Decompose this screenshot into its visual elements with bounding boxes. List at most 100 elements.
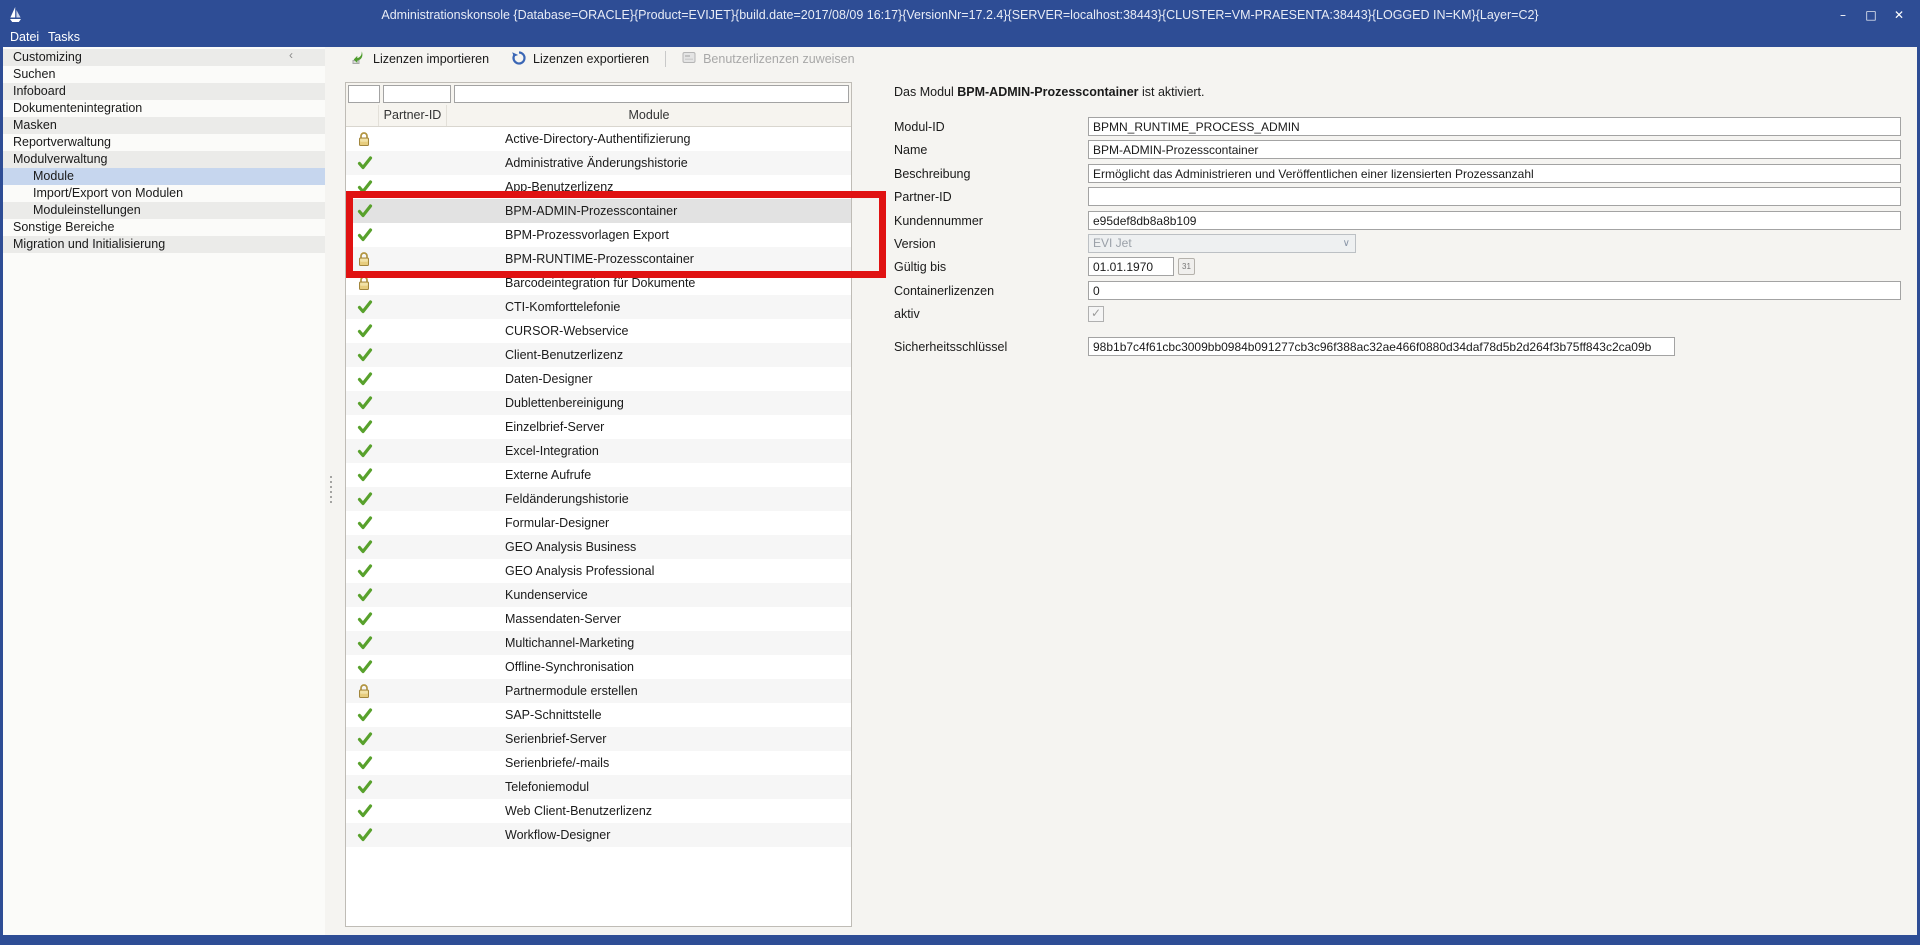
maximize-button[interactable]: □	[1864, 8, 1878, 22]
field-label-containerlizenzen: Containerlizenzen	[894, 281, 994, 301]
field-beschreibung-input[interactable]	[1088, 164, 1901, 183]
minimize-button[interactable]: –	[1836, 8, 1850, 22]
table-row-geo-analysis-professional[interactable]: GEO Analysis Professional	[346, 559, 851, 583]
table-row-telefoniemodul[interactable]: Telefoniemodul	[346, 775, 851, 799]
table-row-partnermodule-erstellen[interactable]: Partnermodule erstellen	[346, 679, 851, 703]
table-row-workflow-designer[interactable]: Workflow-Designer	[346, 823, 851, 847]
table-row-active-directory-authentifizierung[interactable]: Active-Directory-Authentifizierung	[346, 127, 851, 151]
module-name-cell: Einzelbrief-Server	[505, 415, 604, 439]
field-aktiv-checkbox[interactable]: ✓	[1088, 306, 1104, 322]
export-licenses-button[interactable]: Lizenzen exportieren	[505, 48, 655, 71]
sidebar-item-import-export-von-modulen[interactable]: Import/Export von Modulen	[3, 185, 325, 202]
field-partner-id-input[interactable]	[1088, 187, 1901, 206]
sidebar-item-sonstige-bereiche[interactable]: Sonstige Bereiche	[3, 219, 325, 236]
field-label-name: Name	[894, 140, 927, 160]
table-row-bpm-runtime-prozesscontainer[interactable]: BPM-RUNTIME-Prozesscontainer	[346, 247, 851, 271]
close-button[interactable]: ✕	[1892, 8, 1906, 22]
table-row-client-benutzerlizenz[interactable]: Client-Benutzerlizenz	[346, 343, 851, 367]
menu-datei[interactable]: Datei	[6, 30, 43, 47]
sidebar-collapse-icon[interactable]: ‹	[289, 48, 293, 62]
window-controls: – □ ✕	[1836, 0, 1906, 30]
sidebar-item-moduleinstellungen[interactable]: Moduleinstellungen	[3, 202, 325, 219]
calendar-icon[interactable]: 31	[1178, 258, 1195, 275]
sidebar-item-dokumentenintegration[interactable]: Dokumentenintegration	[3, 100, 325, 117]
table-row-dublettenbereinigung[interactable]: Dublettenbereinigung	[346, 391, 851, 415]
check-icon	[357, 779, 373, 795]
sidebar-item-suchen[interactable]: Suchen	[3, 66, 325, 83]
table-row-formular-designer[interactable]: Formular-Designer	[346, 511, 851, 535]
column-header-partner-id[interactable]: Partner-ID	[379, 105, 447, 126]
check-icon	[357, 731, 373, 747]
table-row-externe-aufrufe[interactable]: Externe Aufrufe	[346, 463, 851, 487]
module-name-cell: CURSOR-Webservice	[505, 319, 628, 343]
check-icon	[357, 827, 373, 843]
lock-icon	[357, 131, 373, 147]
field-label-g-ltig-bis: Gültig bis	[894, 257, 946, 277]
check-icon	[357, 155, 373, 171]
check-icon	[357, 179, 373, 195]
sidebar-item-modulverwaltung[interactable]: Modulverwaltung	[3, 151, 325, 168]
table-row-kundenservice[interactable]: Kundenservice	[346, 583, 851, 607]
sidebar-item-reportverwaltung[interactable]: Reportverwaltung	[3, 134, 325, 151]
field-kundennummer-input[interactable]	[1088, 211, 1901, 230]
table-row-multichannel-marketing[interactable]: Multichannel-Marketing	[346, 631, 851, 655]
check-icon	[357, 203, 373, 219]
filter-partner-id-input[interactable]	[383, 85, 451, 103]
column-header-module[interactable]: Module	[447, 105, 851, 126]
module-details-panel: Das Modul BPM-ADMIN-Prozesscontainer ist…	[891, 47, 1917, 935]
table-row-web-client-benutzerlizenz[interactable]: Web Client-Benutzerlizenz	[346, 799, 851, 823]
field-containerlizenzen-input[interactable]	[1088, 281, 1901, 300]
module-name-cell: Barcodeintegration für Dokumente	[505, 271, 695, 295]
module-name-cell: Offline-Synchronisation	[505, 655, 634, 679]
table-row-cursor-webservice[interactable]: CURSOR-Webservice	[346, 319, 851, 343]
table-row-barcodeintegration-f-r-dokumente[interactable]: Barcodeintegration für Dokumente	[346, 271, 851, 295]
table-row-bpm-admin-prozesscontainer[interactable]: BPM-ADMIN-Prozesscontainer	[346, 199, 851, 223]
table-row-massendaten-server[interactable]: Massendaten-Server	[346, 607, 851, 631]
module-name-cell: Excel-Integration	[505, 439, 599, 463]
table-row-feld-nderungshistorie[interactable]: Feldänderungshistorie	[346, 487, 851, 511]
table-row-serienbrief-server[interactable]: Serienbrief-Server	[346, 727, 851, 751]
table-row-cti-komforttelefonie[interactable]: CTI-Komforttelefonie	[346, 295, 851, 319]
table-row-app-benutzerlizenz[interactable]: App-Benutzerlizenz	[346, 175, 851, 199]
table-row-einzelbrief-server[interactable]: Einzelbrief-Server	[346, 415, 851, 439]
field-sicherheitsschl-ssel-input[interactable]	[1088, 337, 1675, 356]
sidebar-splitter[interactable]	[326, 47, 346, 935]
field-name-input[interactable]	[1088, 140, 1901, 159]
field-modul-id-input[interactable]	[1088, 117, 1901, 136]
sidebar-item-migration-und-initialisierung[interactable]: Migration und Initialisierung	[3, 236, 325, 253]
import-licenses-button[interactable]: Lizenzen importieren	[345, 48, 495, 71]
field-label-kundennummer: Kundennummer	[894, 211, 983, 231]
filter-module-input[interactable]	[454, 85, 849, 103]
menu-tasks[interactable]: Tasks	[44, 30, 84, 47]
sidebar-item-customizing[interactable]: Customizing	[3, 49, 325, 66]
table-row-administrative-nderungshistorie[interactable]: Administrative Änderungshistorie	[346, 151, 851, 175]
toolbar-separator	[665, 51, 666, 67]
sidebar-item-infoboard[interactable]: Infoboard	[3, 83, 325, 100]
sidebar-item-masken[interactable]: Masken	[3, 117, 325, 134]
lock-icon	[357, 251, 373, 267]
field-version-dropdown[interactable]: EVI Jet∨	[1088, 234, 1356, 253]
field-g-ltig-bis-input[interactable]	[1088, 257, 1174, 276]
table-row-sap-schnittstelle[interactable]: SAP-Schnittstelle	[346, 703, 851, 727]
check-icon	[357, 347, 373, 363]
splitter-grip-icon	[330, 476, 332, 503]
window-title: Administrationskonsole {Database=ORACLE}…	[0, 0, 1920, 30]
module-name-cell: GEO Analysis Professional	[505, 559, 654, 583]
table-row-offline-synchronisation[interactable]: Offline-Synchronisation	[346, 655, 851, 679]
module-name-cell: Massendaten-Server	[505, 607, 621, 631]
table-row-geo-analysis-business[interactable]: GEO Analysis Business	[346, 535, 851, 559]
table-row-bpm-prozessvorlagen-export[interactable]: BPM-Prozessvorlagen Export	[346, 223, 851, 247]
filter-status-input[interactable]	[348, 85, 380, 103]
main-content: CustomizingSuchenInfoboardDokumenteninte…	[3, 47, 1917, 935]
table-row-excel-integration[interactable]: Excel-Integration	[346, 439, 851, 463]
sidebar-item-module[interactable]: Module	[3, 168, 325, 185]
field-label-beschreibung: Beschreibung	[894, 164, 970, 184]
assign-user-licenses-label: Benutzerlizenzen zuweisen	[703, 52, 854, 66]
column-header-status[interactable]	[346, 105, 379, 126]
user-licenses-icon	[682, 51, 697, 67]
module-name-cell: Active-Directory-Authentifizierung	[505, 127, 691, 151]
assign-user-licenses-button[interactable]: Benutzerlizenzen zuweisen	[676, 49, 860, 69]
menubar: Datei Tasks	[0, 30, 1920, 47]
table-row-daten-designer[interactable]: Daten-Designer	[346, 367, 851, 391]
table-row-serienbriefe-mails[interactable]: Serienbriefe/-mails	[346, 751, 851, 775]
